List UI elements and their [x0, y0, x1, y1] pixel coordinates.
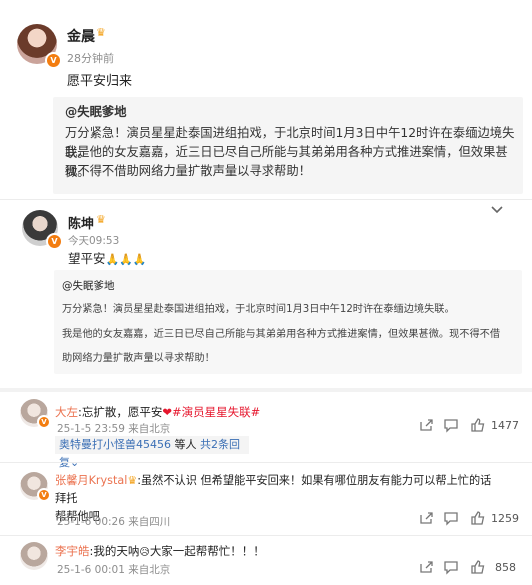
retweet-box[interactable]: @失眠爹地 万分紧急！演员星星赴泰国进组拍戏，于北京时间1月3日中午12时许在泰…: [53, 97, 523, 194]
quote-line-3: 现不得不借助网络力量扩散声量以寻求帮助！: [65, 164, 311, 178]
quote-author[interactable]: @失眠爹地: [62, 278, 115, 293]
verified-badge-icon: V: [37, 488, 51, 502]
comment-body-cont: 大家一起帮帮忙！！！: [149, 544, 265, 558]
comment-icon[interactable]: [443, 417, 459, 433]
author-name[interactable]: 金晨: [67, 26, 95, 46]
like-count: 858: [495, 561, 516, 574]
divider: [0, 535, 532, 536]
retweet-box[interactable]: @失眠爹地 万分紧急！演员星星赴泰国进组拍戏，于北京时间1月3日中午12时许在泰…: [54, 270, 522, 374]
comment-item: V 张馨月Krystal♛:虽然不认识 但希望能平安回来！如果有哪位朋友有能力可…: [0, 466, 532, 532]
chevron-down-icon[interactable]: [491, 206, 503, 214]
pray-emoji-icon: 🙏🙏🙏: [105, 253, 147, 266]
comment-meta: 25-1-6 00:26 来自四川: [57, 516, 171, 528]
share-icon[interactable]: [418, 417, 434, 433]
verified-badge-icon: V: [45, 52, 62, 69]
comment-body: :我的天呐: [89, 544, 140, 558]
commenter-name[interactable]: 张馨月Krystal: [55, 474, 127, 487]
comment-item: V 大左:忘扩散，愿平安❤#演员星星失联# 25-1-5 23:59 来自北京 …: [0, 395, 532, 469]
topic-link[interactable]: #演员星星失联#: [172, 405, 260, 419]
crown-icon: ♛: [96, 26, 106, 39]
post-text: 望平安🙏🙏🙏: [68, 248, 147, 267]
like-icon[interactable]: [470, 559, 486, 575]
like-count: 1259: [491, 512, 519, 525]
divider: [0, 462, 532, 463]
reply-mid: 等人: [174, 438, 197, 451]
verified-badge-icon: V: [37, 415, 51, 429]
comment-icon[interactable]: [443, 559, 459, 575]
share-icon[interactable]: [418, 559, 434, 575]
crown-icon: ♛: [127, 474, 138, 487]
heart-icon: ❤: [162, 405, 173, 419]
comment-text: 大左:忘扩散，愿平安❤#演员星星失联#: [55, 404, 260, 420]
commenter-name[interactable]: 大左: [55, 405, 78, 419]
like-count: 1477: [491, 419, 519, 432]
comment-meta: 25-1-5 23:59 来自北京: [57, 423, 171, 435]
quote-line-1: 万分紧急！演员星星赴泰国进组拍戏，于北京时间1月3日中午12时许在泰缅边境失联。: [62, 304, 455, 315]
crown-icon: ♛: [96, 213, 106, 226]
verified-badge-icon: V: [46, 233, 63, 250]
worried-face-icon: 😥: [139, 547, 150, 558]
comment-icon[interactable]: [443, 510, 459, 526]
comment-item: 李宇皓:我的天呐😥大家一起帮帮忙！！！ 25-1-6 00:01 来自北京 85…: [0, 538, 532, 585]
quote-line-3: 助网络力量扩散声量以寻求帮助！: [62, 353, 215, 364]
commenter-name[interactable]: 李宇皓: [55, 544, 90, 558]
like-icon[interactable]: [470, 510, 486, 526]
replies-bar[interactable]: 奥特曼打小怪兽45456 等人 共2条回复⌄: [55, 436, 249, 469]
quote-author[interactable]: @失眠爹地: [65, 103, 127, 123]
post-text-words: 望平安: [68, 251, 106, 266]
share-icon[interactable]: [418, 510, 434, 526]
post-chenkun: V 陈坤 ♛ 今天09:53 望平安🙏🙏🙏 @失眠爹地 万分紧急！演员星星赴泰国…: [0, 200, 532, 380]
comment-body: :忘扩散，愿平安: [78, 405, 163, 419]
author-name[interactable]: 陈坤: [68, 213, 94, 232]
quote-line-2: 我是他的女友嘉嘉，近三日已尽自己所能与其弟弟用各种方式推进案情，但效果甚微。现不…: [62, 329, 501, 340]
divider: [0, 388, 532, 392]
post-time: 今天09:53: [68, 235, 120, 247]
comment-meta: 25-1-6 00:01 来自北京: [57, 564, 171, 576]
post-text: 愿平安归来: [67, 74, 133, 89]
post-time: 28分钟前: [67, 52, 114, 65]
post-jinchen: V 金晨 ♛ 28分钟前 愿平安归来 @失眠爹地 万分紧急！演员星星赴泰国进组拍…: [0, 0, 532, 198]
comment-text: 李宇皓:我的天呐😥大家一起帮帮忙！！！: [55, 543, 265, 559]
avatar[interactable]: [20, 542, 48, 570]
like-icon[interactable]: [470, 417, 486, 433]
reply-user[interactable]: 奥特曼打小怪兽45456: [59, 438, 171, 451]
